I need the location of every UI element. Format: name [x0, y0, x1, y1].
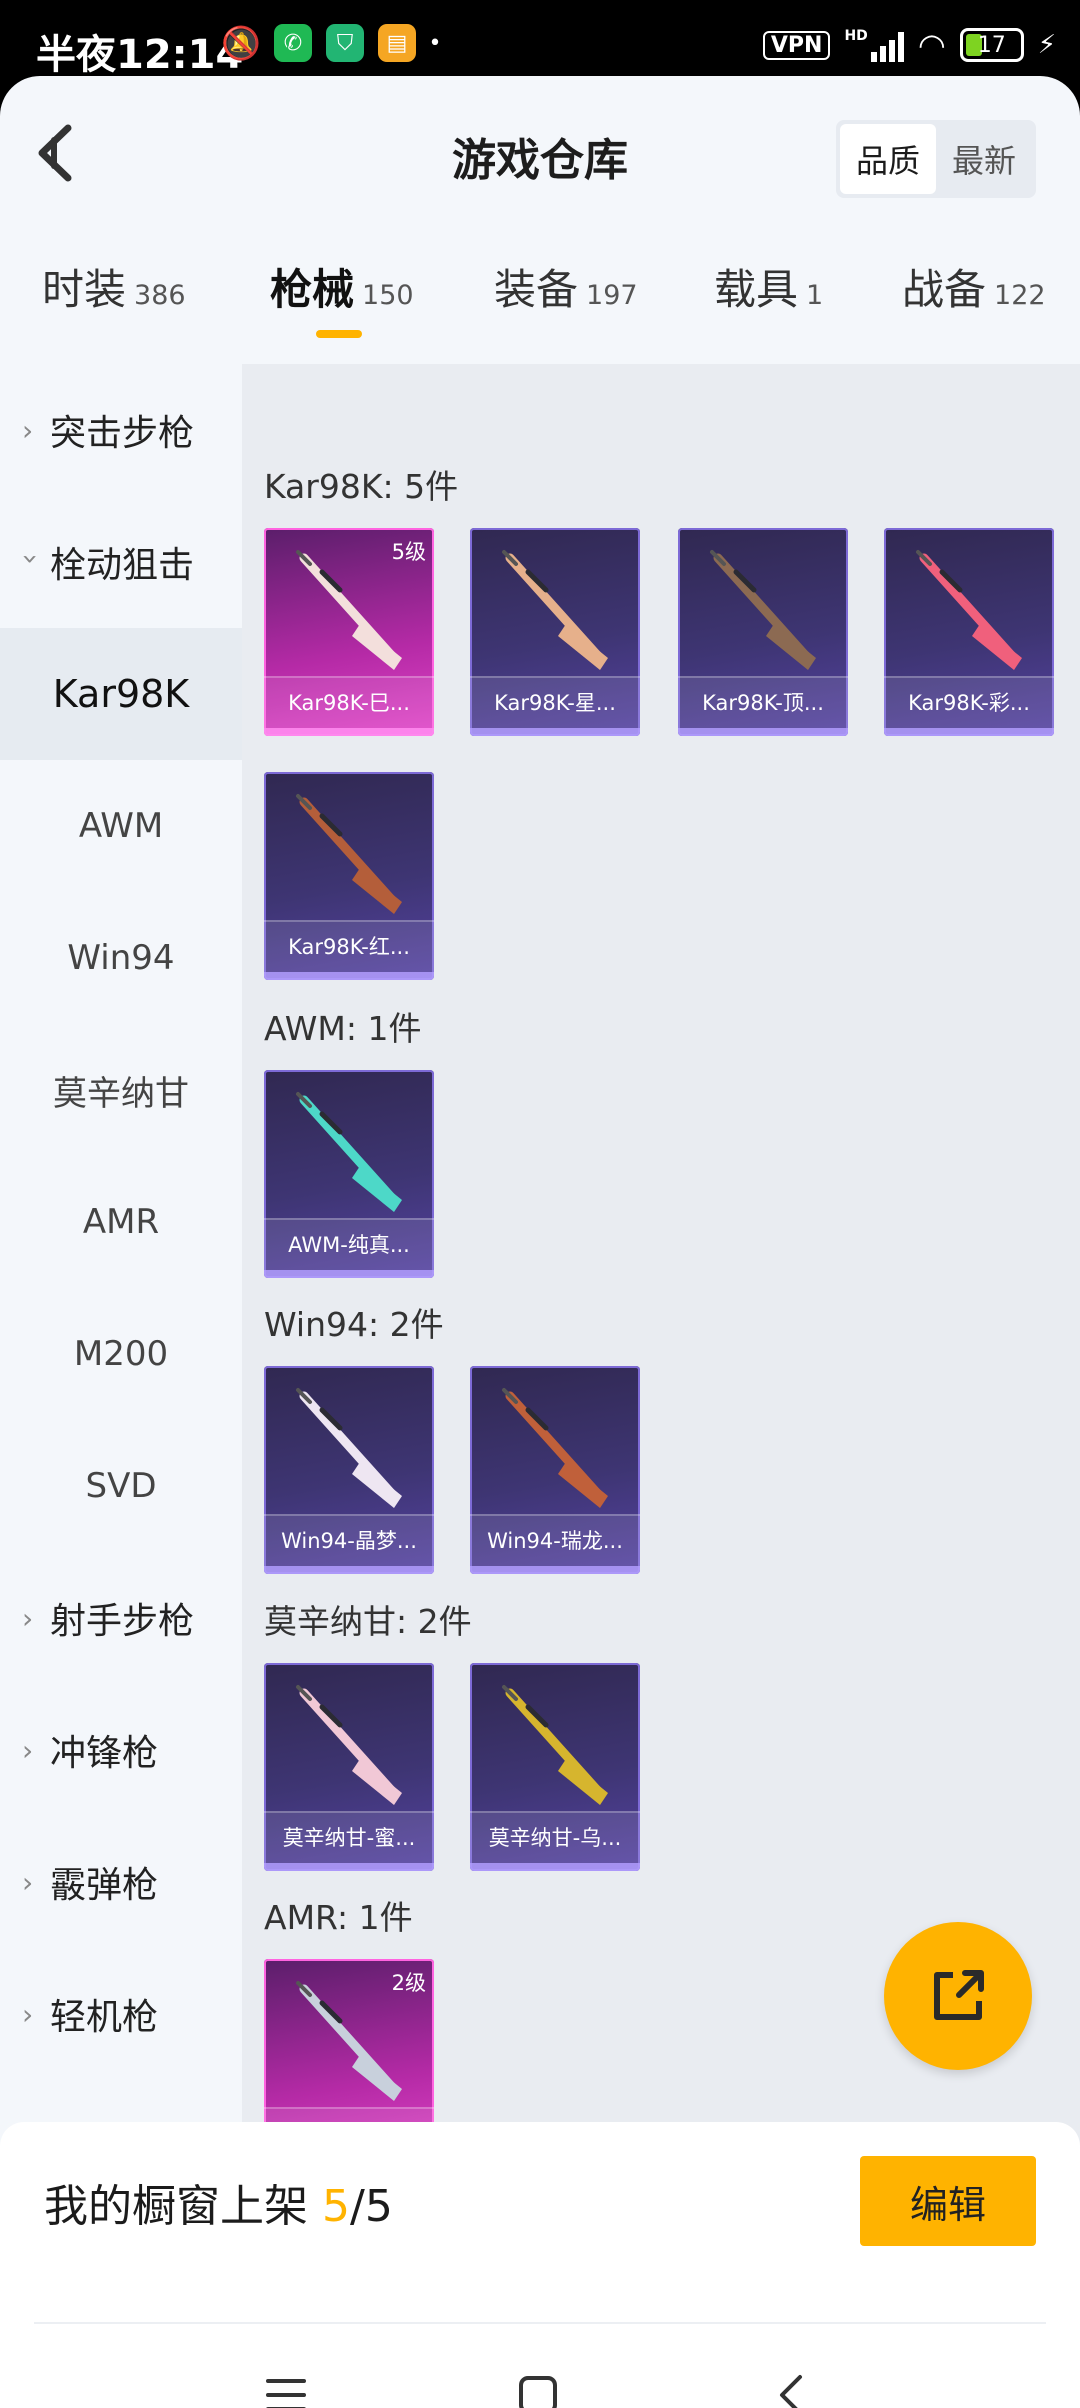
sidebar-category-bolt-sniper[interactable]: › 栓动狙击 — [0, 496, 264, 628]
warehouse-screen: 游戏仓库 品质 最新 时装 386 枪械 150 装备 197 载具 1 战备 122 ›… — [0, 76, 1080, 2408]
item-card[interactable]: Win94-瑞龙... — [470, 1366, 640, 1574]
rifle-skin-icon — [502, 1685, 608, 1805]
menu-nav-button[interactable] — [246, 2360, 326, 2408]
group-title-awm: AWM: 1件 — [264, 1009, 422, 1048]
level-badge: 5级 — [391, 540, 426, 564]
chevron-right-icon: › — [22, 1997, 34, 2031]
item-name: 莫辛纳甘-蜜... — [264, 1811, 434, 1863]
charging-icon: ⚡ — [1037, 30, 1056, 60]
back-nav-button[interactable] — [752, 2360, 832, 2408]
group-title-win94: Win94: 2件 — [264, 1305, 444, 1344]
home-square-icon — [519, 2376, 557, 2408]
showcase-total: 5 — [364, 2181, 393, 2232]
vpn-icon: VPN — [762, 30, 831, 60]
mute-icon: 🔕 — [221, 24, 261, 62]
chevron-right-icon: › — [22, 413, 34, 447]
rifle-skin-icon — [916, 550, 1022, 670]
sort-latest-option[interactable]: 最新 — [936, 124, 1032, 194]
header: 游戏仓库 品质 最新 — [0, 76, 1080, 226]
level-badge: 2级 — [391, 1971, 426, 1995]
wifi-icon: ◠ — [917, 26, 946, 64]
item-name: Kar98K-顶... — [678, 676, 848, 728]
status-time: 半夜12:14 — [36, 32, 244, 78]
group-title-mosin: 莫辛纳甘: 2件 — [264, 1602, 472, 1641]
sidebar-item-win94[interactable]: Win94 — [0, 892, 242, 1024]
phone-icon: ✆ — [274, 24, 312, 62]
showcase-current: 5 — [322, 2181, 350, 2232]
rifle-skin-icon — [502, 1388, 608, 1508]
tab-fashion[interactable]: 时装 386 — [42, 256, 186, 317]
item-name: Kar98K-巳... — [264, 676, 434, 728]
sidebar-item-m200[interactable]: M200 — [0, 1288, 242, 1420]
item-name: 莫辛纳甘-乌... — [470, 1811, 640, 1863]
tab-supplies[interactable]: 战备 122 — [902, 256, 1046, 317]
tab-equipment[interactable]: 装备 197 — [494, 256, 638, 317]
shield-app-icon: ⛉ — [326, 24, 364, 62]
share-external-icon — [934, 1970, 984, 2020]
sidebar-item-awm[interactable]: AWM — [0, 760, 242, 892]
sidebar-item-svd[interactable]: SVD — [0, 1420, 242, 1552]
sort-toggle: 品质 最新 — [835, 120, 1036, 198]
item-name: Kar98K-彩... — [884, 676, 1054, 728]
sidebar-category-marksman-rifle[interactable]: › 射手步枪 — [0, 1552, 264, 1684]
item-card[interactable]: Kar98K-顶... — [678, 528, 848, 736]
sidebar-category-lmg[interactable]: › 轻机枪 — [0, 1948, 264, 2080]
chevron-right-icon: › — [22, 1601, 34, 1635]
sidebar-item-amr[interactable]: AMR — [0, 1156, 242, 1288]
tab-vehicles[interactable]: 载具 1 — [714, 256, 823, 317]
item-card[interactable]: Win94-晶梦... — [264, 1366, 434, 1574]
item-card[interactable]: 莫辛纳甘-蜜... — [264, 1663, 434, 1871]
item-card[interactable]: AWM-纯真... — [264, 1070, 434, 1278]
tab-guns[interactable]: 枪械 150 — [270, 256, 414, 317]
item-card[interactable]: Kar98K-彩... — [884, 528, 1054, 736]
item-name: Kar98K-星... — [470, 676, 640, 728]
back-chevron-icon — [780, 2375, 802, 2408]
rifle-skin-icon — [296, 1388, 402, 1508]
item-card[interactable]: 莫辛纳甘-乌... — [470, 1663, 640, 1871]
item-name: Kar98K-红... — [264, 920, 434, 972]
showcase-label: 我的橱窗上架 5/5 — [44, 2181, 393, 2232]
item-name: Win94-晶梦... — [264, 1514, 434, 1566]
sidebar-item-kar98k[interactable]: Kar98K — [0, 628, 242, 760]
signal-icon: HD — [844, 28, 904, 62]
edit-button[interactable]: 编辑 — [860, 2156, 1036, 2246]
item-card[interactable]: 5级 Kar98K-巳... — [264, 528, 434, 736]
home-nav-button[interactable] — [498, 2360, 578, 2408]
more-notifications-icon: • — [428, 30, 442, 56]
chevron-right-icon: › — [22, 1865, 34, 1899]
share-fab-button[interactable] — [884, 1922, 1032, 2070]
sort-quality-option[interactable]: 品质 — [839, 124, 936, 194]
chevron-down-icon: › — [14, 553, 48, 565]
sidebar-category-assault-rifle[interactable]: › 突击步枪 — [0, 364, 264, 496]
menu-icon — [266, 2379, 306, 2408]
rifle-skin-icon — [296, 794, 402, 914]
hd-label: HD — [844, 28, 868, 44]
item-name: AWM-纯真... — [264, 1218, 434, 1270]
system-navbar — [0, 2328, 1080, 2408]
item-card[interactable]: Kar98K-红... — [264, 772, 434, 980]
rifle-skin-icon — [296, 1092, 402, 1212]
weapon-type-sidebar: › 突击步枪 › 栓动狙击 Kar98K AWM Win94 莫辛纳甘 AMR M2… — [0, 364, 242, 2200]
chevron-right-icon: › — [22, 1733, 34, 1767]
sidebar-item-mosin[interactable]: 莫辛纳甘 — [0, 1024, 242, 1156]
group-title-kar98k: Kar98K: 5件 — [264, 467, 459, 506]
item-card[interactable]: Kar98K-星... — [470, 528, 640, 736]
rifle-skin-icon — [502, 550, 608, 670]
active-tab-indicator — [316, 330, 362, 338]
message-app-icon: ▤ — [378, 24, 416, 62]
item-name: Win94-瑞龙... — [470, 1514, 640, 1566]
category-tabs: 时装 386 枪械 150 装备 197 载具 1 战备 122 — [0, 256, 1080, 366]
divider — [34, 2322, 1046, 2324]
sidebar-category-shotgun[interactable]: › 霰弹枪 — [0, 1816, 264, 1948]
rifle-skin-icon — [296, 1685, 402, 1805]
sidebar-category-smg[interactable]: › 冲锋枪 — [0, 1684, 264, 1816]
rifle-skin-icon — [710, 550, 816, 670]
group-title-amr: AMR: 1件 — [264, 1898, 413, 1937]
battery-icon: 17 — [959, 28, 1024, 62]
